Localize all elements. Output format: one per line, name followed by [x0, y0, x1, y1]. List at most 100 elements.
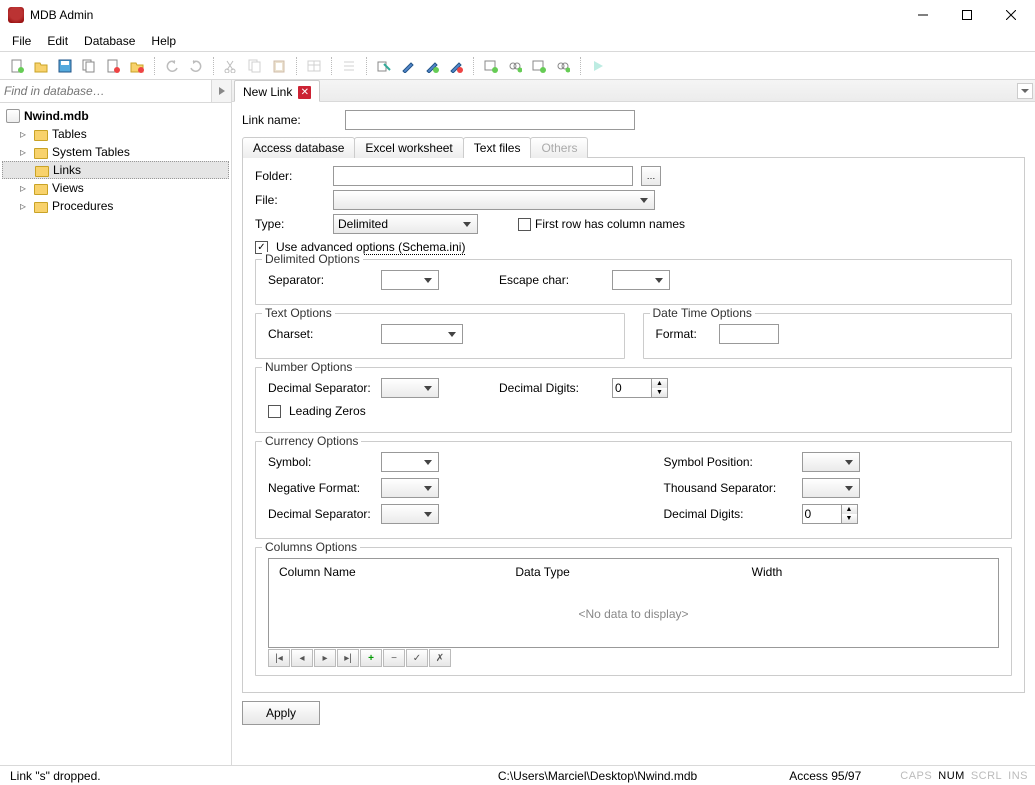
curr-neg-format-label: Negative Format: [268, 481, 373, 495]
tree-db-node[interactable]: Nwind.mdb [2, 107, 229, 125]
expand-icon[interactable]: ▹ [20, 145, 30, 159]
grid-remove-button[interactable]: − [383, 649, 405, 667]
leading-zeros-checkbox[interactable] [268, 405, 281, 418]
grid-add-button[interactable]: + [360, 649, 382, 667]
main-area: Nwind.mdb ▹ Tables ▹ System Tables Links… [0, 80, 1035, 765]
new-file-icon[interactable] [6, 55, 28, 77]
curr-symbol-select[interactable] [381, 452, 439, 472]
brush-blue-add-icon[interactable] [421, 55, 443, 77]
grid-header: Column Name Data Type Width [269, 559, 998, 585]
link-name-input[interactable] [345, 110, 635, 130]
expand-icon[interactable]: ▹ [20, 127, 30, 141]
tree-tables[interactable]: ▹ Tables [2, 125, 229, 143]
table-add2-icon[interactable] [528, 55, 550, 77]
down-icon[interactable]: ▼ [652, 388, 667, 397]
link-name-label: Link name: [242, 113, 337, 127]
expand-icon[interactable]: ▹ [20, 199, 30, 213]
tab-new-link[interactable]: New Link ✕ [234, 80, 320, 102]
curr-symbol-pos-select[interactable] [802, 452, 860, 472]
tree-label: Links [53, 163, 81, 177]
curr-neg-format-select[interactable] [381, 478, 439, 498]
play-icon[interactable] [587, 55, 609, 77]
tab-text-files[interactable]: Text files [463, 137, 532, 158]
num-decimal-sep-select[interactable] [381, 378, 439, 398]
list-icon[interactable] [338, 55, 360, 77]
up-icon[interactable]: ▲ [652, 379, 667, 388]
copy2-icon[interactable] [244, 55, 266, 77]
apply-label: Apply [266, 706, 296, 720]
file-select[interactable] [333, 190, 655, 210]
content-pane: New Link ✕ Link name: Access database Ex… [232, 80, 1035, 765]
menu-edit[interactable]: Edit [39, 32, 76, 50]
tab-close-button[interactable]: ✕ [298, 86, 311, 99]
title-bar: MDB Admin [0, 0, 1035, 30]
folder-label: Folder: [255, 169, 325, 183]
table-add-icon[interactable] [480, 55, 502, 77]
grid-toolbar: |◂ ◂ ▸ ▸| + − ✓ ✗ [268, 649, 999, 667]
undo-icon[interactable] [161, 55, 183, 77]
curr-thousand-sep-select[interactable] [802, 478, 860, 498]
format-input[interactable] [719, 324, 779, 344]
save-icon[interactable] [54, 55, 76, 77]
grid-commit-button[interactable]: ✓ [406, 649, 428, 667]
menu-bar: File Edit Database Help [0, 30, 1035, 52]
escape-select[interactable] [612, 270, 670, 290]
expand-icon[interactable]: ▹ [20, 181, 30, 195]
close-window-button[interactable] [989, 1, 1033, 29]
grid-first-button[interactable]: |◂ [268, 649, 290, 667]
tree-views[interactable]: ▹ Views [2, 179, 229, 197]
paste-icon[interactable] [268, 55, 290, 77]
grid-next-button[interactable]: ▸ [314, 649, 336, 667]
open-file-icon[interactable] [30, 55, 52, 77]
curr-decimal-sep-select[interactable] [381, 504, 439, 524]
num-decimal-digits-spinner[interactable]: ▲▼ [612, 378, 668, 398]
cut-icon[interactable] [220, 55, 242, 77]
ins-indicator: INS [1005, 770, 1031, 782]
curr-decimal-digits-value[interactable] [802, 504, 842, 524]
folder-browse-button[interactable]: … [641, 166, 661, 186]
delete-file-icon[interactable] [102, 55, 124, 77]
close-icon [1006, 10, 1016, 20]
curr-decimal-digits-spinner[interactable]: ▲▼ [802, 504, 858, 524]
minimize-button[interactable] [901, 1, 945, 29]
grid-cancel-button[interactable]: ✗ [429, 649, 451, 667]
type-value: Delimited [338, 217, 388, 231]
tree-procedures[interactable]: ▹ Procedures [2, 197, 229, 215]
type-select[interactable]: Delimited [333, 214, 478, 234]
brush-blue-icon[interactable] [397, 55, 419, 77]
grid-last-button[interactable]: ▸| [337, 649, 359, 667]
document-tabs: New Link ✕ [232, 80, 1035, 102]
redo-icon[interactable] [185, 55, 207, 77]
separator-select[interactable] [381, 270, 439, 290]
tree-system-tables[interactable]: ▹ System Tables [2, 143, 229, 161]
down-icon[interactable]: ▼ [842, 514, 857, 523]
charset-select[interactable] [381, 324, 463, 344]
table-icon[interactable] [303, 55, 325, 77]
tab-excel[interactable]: Excel worksheet [354, 137, 463, 158]
menu-database[interactable]: Database [76, 32, 143, 50]
maximize-button[interactable] [945, 1, 989, 29]
folder-icon [34, 130, 48, 141]
apply-button[interactable]: Apply [242, 701, 320, 725]
wizard-icon[interactable] [373, 55, 395, 77]
folder-icon [34, 202, 48, 213]
copy-icon[interactable] [78, 55, 100, 77]
folder-input[interactable] [333, 166, 633, 186]
link-icon[interactable] [504, 55, 526, 77]
tab-access-db[interactable]: Access database [242, 137, 355, 158]
first-row-checkbox[interactable] [518, 218, 531, 231]
brush-blue-del-icon[interactable] [445, 55, 467, 77]
menu-help[interactable]: Help [143, 32, 184, 50]
tab-dropdown-button[interactable] [1017, 83, 1033, 99]
columns-grid[interactable]: Column Name Data Type Width <No data to … [268, 558, 999, 648]
link2-icon[interactable] [552, 55, 574, 77]
menu-file[interactable]: File [4, 32, 39, 50]
grid-prev-button[interactable]: ◂ [291, 649, 313, 667]
search-input[interactable] [0, 80, 211, 102]
tree-links[interactable]: Links [2, 161, 229, 179]
up-icon[interactable]: ▲ [842, 505, 857, 514]
search-go-button[interactable] [211, 80, 231, 102]
db-tree[interactable]: Nwind.mdb ▹ Tables ▹ System Tables Links… [0, 103, 231, 765]
close-file-icon[interactable] [126, 55, 148, 77]
num-decimal-digits-value[interactable] [612, 378, 652, 398]
